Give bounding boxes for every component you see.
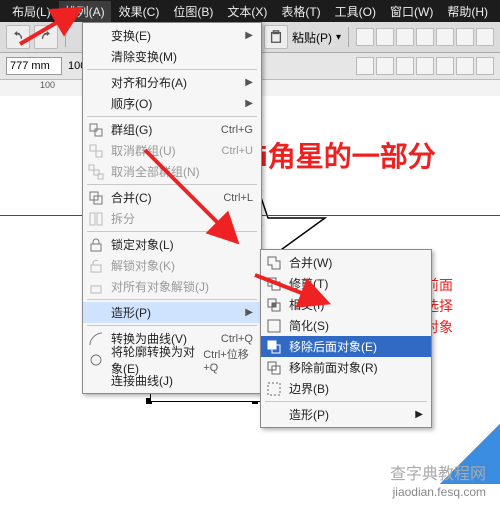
unlock-icon	[88, 258, 104, 274]
menu-separator	[87, 325, 257, 326]
shape-btn[interactable]	[416, 57, 434, 75]
menu-group[interactable]: 群组(G)Ctrl+G	[83, 119, 261, 140]
to-curve-icon	[88, 331, 104, 347]
remove-front-icon	[266, 360, 282, 376]
unlock-all-icon	[88, 279, 104, 295]
shape-btn[interactable]	[436, 57, 454, 75]
separator	[348, 27, 349, 47]
menu-bitmap[interactable]: 位图(B)	[167, 1, 219, 22]
watermark: 查字典教程网 jiaodian.fesq.com	[390, 465, 486, 501]
annotation-arrow-icon	[140, 145, 250, 255]
watermark-url: jiaodian.fesq.com	[390, 485, 486, 501]
menu-separator	[87, 69, 257, 70]
group-icon	[88, 122, 104, 138]
shape-btn[interactable]	[396, 57, 414, 75]
ungroup-all-icon	[88, 164, 104, 180]
align-btn[interactable]	[476, 28, 494, 46]
combine-icon	[88, 190, 104, 206]
shape-btn[interactable]	[376, 57, 394, 75]
menu-separator	[87, 299, 257, 300]
watermark-title: 查字典教程网	[390, 465, 486, 486]
outline-to-object-icon	[88, 352, 104, 368]
menu-join-curves[interactable]: 连接曲线(J)	[83, 370, 261, 391]
page-size-field[interactable]: 777 mm	[6, 57, 62, 75]
remove-back-icon	[266, 339, 282, 355]
menu-align-distribute[interactable]: 对齐和分布(A)▶	[83, 72, 261, 93]
submenu-remove-front[interactable]: 移除前面对象(R)	[261, 357, 431, 378]
shape-btn[interactable]	[356, 57, 374, 75]
shape-btn[interactable]	[456, 57, 474, 75]
weld-icon	[266, 255, 282, 271]
align-btn[interactable]	[416, 28, 434, 46]
menu-transform[interactable]: 变换(E)▶	[83, 25, 261, 46]
menu-separator	[265, 401, 427, 402]
submenu-shaping-docker[interactable]: 造形(P)▶	[261, 404, 431, 425]
menu-unlock-all: 对所有对象解锁(J)	[83, 276, 261, 297]
menu-help[interactable]: 帮助(H)	[441, 1, 494, 22]
paste-button[interactable]	[264, 25, 288, 49]
submenu-boundary[interactable]: 边界(B)	[261, 378, 431, 399]
menu-order[interactable]: 顺序(O)▶	[83, 93, 261, 114]
align-btn[interactable]	[396, 28, 414, 46]
annotation-arrow-icon	[18, 6, 88, 46]
menu-outline-to-object[interactable]: 将轮廓转换为对象(E)Ctrl+位移+Q	[83, 349, 261, 370]
menu-table[interactable]: 表格(T)	[275, 1, 326, 22]
annotation-arrow-icon	[250, 270, 335, 310]
menu-effects[interactable]: 效果(C)	[113, 1, 166, 22]
menu-shaping[interactable]: 造形(P)▶	[83, 302, 261, 323]
align-btn[interactable]	[356, 28, 374, 46]
submenu-remove-back[interactable]: 移除后面对象(E)	[261, 336, 431, 357]
menu-tools[interactable]: 工具(O)	[329, 1, 382, 22]
paste-label: 粘贴(P)	[292, 29, 332, 46]
menu-unlock: 解锁对象(K)	[83, 255, 261, 276]
menu-text[interactable]: 文本(X)	[221, 1, 273, 22]
ruler-tick: 100	[40, 80, 55, 90]
boundary-icon	[266, 381, 282, 397]
align-btn[interactable]	[376, 28, 394, 46]
align-btn[interactable]	[436, 28, 454, 46]
menu-window[interactable]: 窗口(W)	[384, 1, 439, 22]
annotation-title: i角星的一部分	[260, 135, 436, 175]
simplify-icon	[266, 318, 282, 334]
lock-icon	[88, 237, 104, 253]
menu-clear-transform[interactable]: 清除变换(M)	[83, 46, 261, 67]
shape-btn[interactable]	[476, 57, 494, 75]
submenu-simplify[interactable]: 简化(S)	[261, 315, 431, 336]
shaping-buttons	[356, 57, 494, 75]
break-icon	[88, 211, 104, 227]
menu-separator	[87, 116, 257, 117]
align-btn[interactable]	[456, 28, 474, 46]
align-buttons	[356, 28, 494, 46]
ungroup-icon	[88, 143, 104, 159]
